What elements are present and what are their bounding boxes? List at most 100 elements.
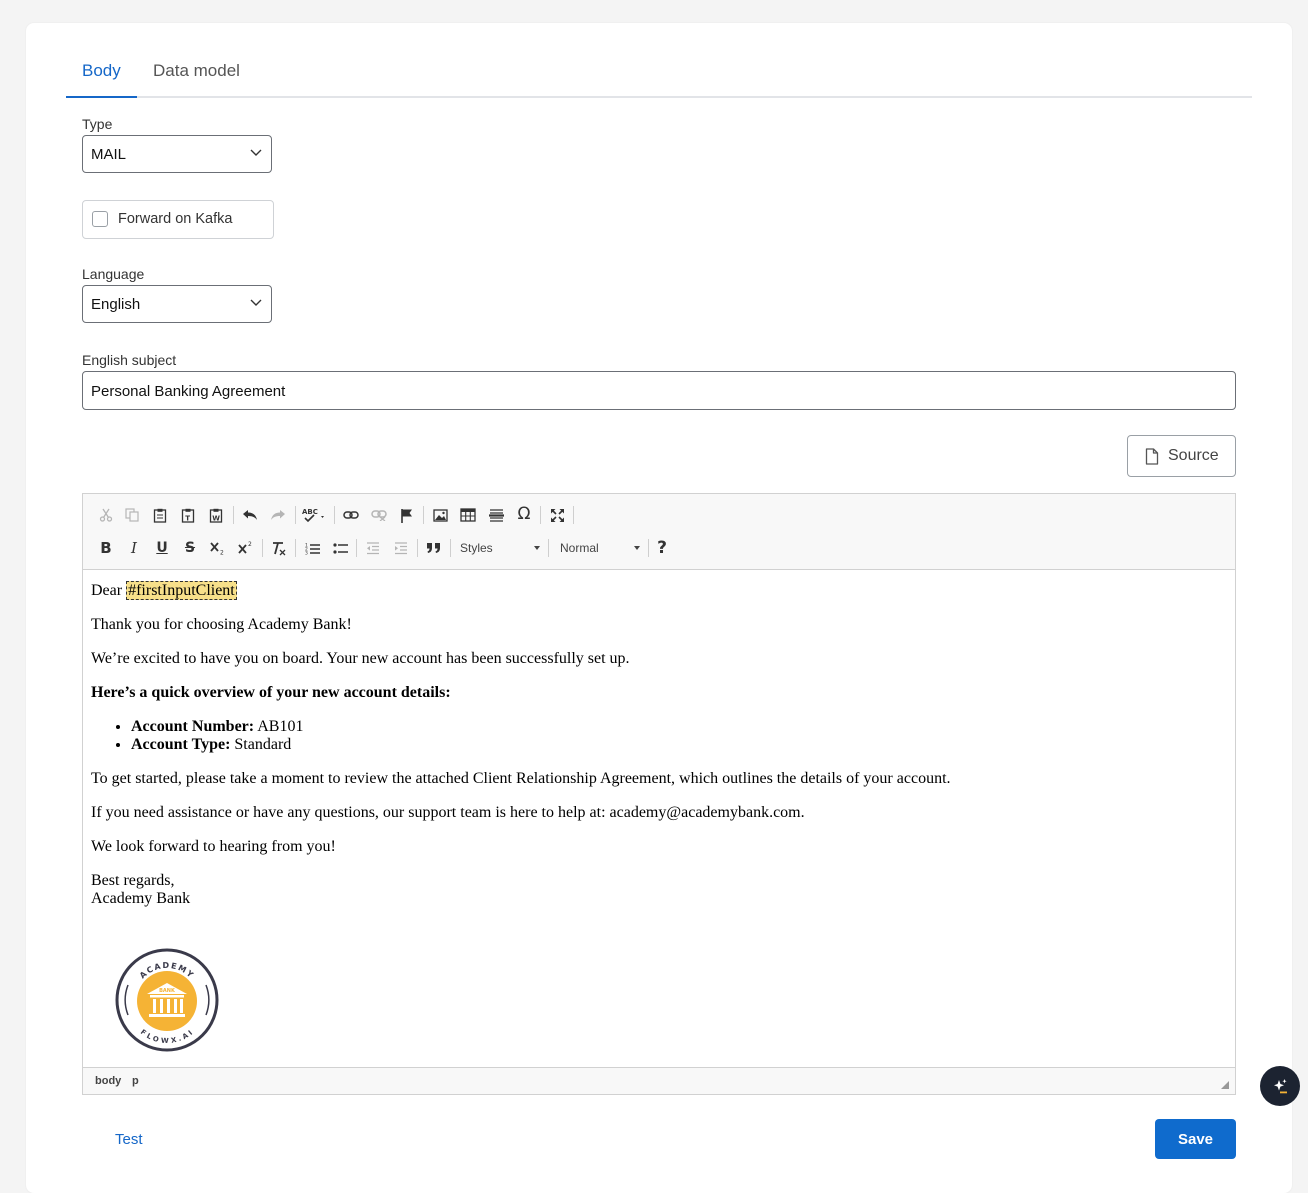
signoff-text: Best regards,: [91, 872, 175, 889]
chevron-down-icon: [250, 299, 262, 306]
bold-icon[interactable]: B: [95, 537, 117, 559]
toolbar-separator: [295, 506, 296, 524]
paste-icon[interactable]: [149, 504, 171, 526]
svg-text:3: 3: [305, 550, 308, 555]
path-crumb-p[interactable]: p: [132, 1075, 139, 1087]
toolbar-separator: [233, 506, 234, 524]
subject-label: English subject: [82, 352, 177, 368]
horizontal-rule-icon[interactable]: [485, 504, 507, 526]
anchor-flag-icon[interactable]: [396, 504, 418, 526]
subject-input[interactable]: Personal Banking Agreement: [82, 371, 1236, 410]
blockquote-icon[interactable]: [423, 537, 445, 559]
overview-heading: Here’s a quick overview of your new acco…: [91, 684, 1221, 702]
active-tab-indicator: [66, 96, 137, 98]
forward-on-kafka-label: Forward on Kafka: [118, 211, 233, 227]
special-character-icon[interactable]: Ω: [513, 503, 535, 525]
numbered-list-icon[interactable]: 123: [301, 537, 323, 559]
academy-bank-logo: ACADEMY FLOWX.AI BANK: [115, 948, 219, 1052]
cut-icon[interactable]: [95, 504, 117, 526]
tab-body-label: Body: [82, 61, 121, 80]
help-icon[interactable]: ?: [651, 537, 673, 559]
type-select[interactable]: MAIL: [82, 135, 272, 173]
image-icon[interactable]: [429, 504, 451, 526]
caret-down-icon: [534, 546, 540, 550]
sparkle-icon: [1274, 1079, 1287, 1094]
paste-text-icon[interactable]: T: [177, 504, 199, 526]
toolbar-separator: [573, 506, 574, 524]
table-icon[interactable]: [457, 504, 479, 526]
indent-icon[interactable]: [390, 537, 412, 559]
type-label: Type: [82, 116, 113, 132]
path-crumb-body[interactable]: body: [95, 1075, 121, 1087]
spellcheck-icon[interactable]: ABC: [301, 504, 329, 526]
tab-body[interactable]: Body: [82, 61, 121, 81]
template-editor-card: Body Data model Type MAIL Forward on Kaf…: [26, 23, 1292, 1193]
tab-bar: Body Data model: [66, 53, 1252, 98]
toolbar-separator: [423, 506, 424, 524]
editor-content[interactable]: Dear #firstInputClient Thank you for cho…: [91, 581, 1221, 924]
source-button[interactable]: Source: [1127, 435, 1236, 477]
list-item: Account Type: Standard: [131, 736, 1221, 754]
agreement-paragraph: To get started, please take a moment to …: [91, 770, 951, 787]
account-number-value: AB101: [254, 718, 304, 735]
account-details-list: Account Number: AB101 Account Type: Stan…: [91, 718, 1221, 754]
svg-text:T: T: [185, 514, 190, 522]
list-item: Account Number: AB101: [131, 718, 1221, 736]
toolbar-separator: [648, 539, 649, 557]
subject-input-value: Personal Banking Agreement: [91, 383, 286, 400]
ai-assistant-button[interactable]: [1260, 1066, 1300, 1106]
svg-text:ABC: ABC: [302, 508, 318, 516]
copy-icon[interactable]: [121, 504, 143, 526]
tab-data-model[interactable]: Data model: [153, 61, 240, 81]
underline-icon[interactable]: U: [151, 537, 173, 559]
account-type-value: Standard: [230, 736, 292, 753]
toolbar-separator: [417, 539, 418, 557]
toolbar-separator: [548, 539, 549, 557]
type-select-value: MAIL: [91, 146, 127, 163]
format-dropdown-label: Normal: [560, 541, 599, 555]
strikethrough-icon[interactable]: S: [179, 537, 201, 559]
source-button-label: Source: [1168, 447, 1219, 464]
account-type-key: Account Type:: [131, 736, 231, 753]
link-icon[interactable]: [340, 504, 362, 526]
paste-word-icon[interactable]: W: [205, 504, 227, 526]
file-icon: [1145, 448, 1159, 465]
rich-text-editor: T W ABC Ω B I U S 2 2 1 2 3 Styles Norma…: [82, 493, 1236, 1095]
signature-block: Best regards, Academy Bank: [91, 872, 1221, 908]
tab-data-model-label: Data model: [153, 61, 240, 80]
language-select-value: English: [91, 296, 141, 313]
forward-on-kafka-field[interactable]: Forward on Kafka: [82, 200, 274, 239]
format-dropdown[interactable]: Normal: [556, 537, 644, 559]
svg-text:2: 2: [220, 550, 224, 556]
toolbar-separator: [334, 506, 335, 524]
redo-icon[interactable]: [267, 504, 289, 526]
client-name-placeholder[interactable]: #firstInputClient: [126, 581, 237, 600]
subscript-icon[interactable]: 2: [207, 537, 229, 559]
closing-paragraph: We look forward to hearing from you!: [91, 838, 336, 855]
test-button[interactable]: Test: [115, 1131, 143, 1148]
undo-icon[interactable]: [239, 504, 261, 526]
overview-heading-text: Here’s a quick overview of your new acco…: [91, 684, 451, 701]
italic-icon[interactable]: I: [123, 537, 145, 559]
save-button[interactable]: Save: [1155, 1119, 1236, 1159]
styles-dropdown[interactable]: Styles: [456, 537, 544, 559]
editor-statusbar: body p: [83, 1067, 1235, 1094]
toolbar-separator: [540, 506, 541, 524]
chevron-down-icon: [250, 149, 262, 156]
maximize-icon[interactable]: [546, 504, 568, 526]
superscript-icon[interactable]: 2: [235, 537, 257, 559]
toolbar-separator: [356, 539, 357, 557]
thanks-paragraph: Thank you for choosing Academy Bank!: [91, 616, 352, 633]
editor-toolbar: T W ABC Ω B I U S 2 2 1 2 3 Styles Norma…: [83, 494, 1235, 570]
resize-handle[interactable]: [1221, 1081, 1229, 1089]
language-select[interactable]: English: [82, 285, 272, 323]
svg-text:W: W: [212, 514, 220, 522]
unlink-icon[interactable]: [368, 504, 390, 526]
toolbar-separator: [262, 539, 263, 557]
remove-format-icon[interactable]: [268, 537, 290, 559]
account-number-key: Account Number:: [131, 718, 255, 735]
forward-on-kafka-checkbox[interactable]: [92, 211, 108, 227]
outdent-icon[interactable]: [362, 537, 384, 559]
support-paragraph: If you need assistance or have any quest…: [91, 804, 805, 821]
bulleted-list-icon[interactable]: [329, 537, 351, 559]
